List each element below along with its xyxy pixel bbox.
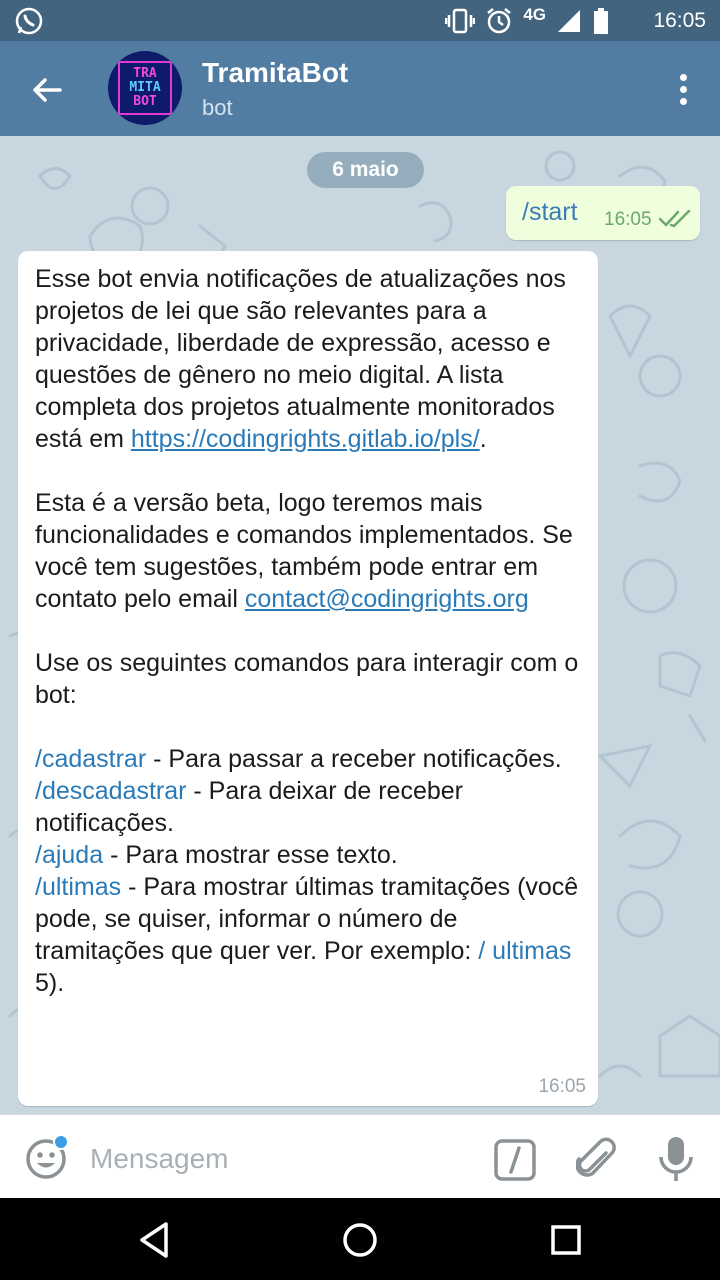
- chat-subtitle: bot: [202, 95, 233, 120]
- message-text: /start: [522, 198, 578, 226]
- commands-intro: Use os seguintes comandos para interagir…: [35, 649, 579, 709]
- more-options-button[interactable]: [668, 71, 698, 107]
- whatsapp-icon: [15, 7, 43, 35]
- command-ajuda[interactable]: /ajuda: [35, 841, 103, 869]
- message-time: 16:05: [604, 209, 652, 230]
- email-link[interactable]: contact@codingrights.org: [245, 585, 529, 613]
- projects-link[interactable]: https://codingrights.gitlab.io/pls/: [131, 425, 480, 453]
- command-cadastrar[interactable]: /cadastrar: [35, 745, 146, 773]
- double-check-icon: [659, 210, 691, 228]
- alarm-icon: [487, 8, 512, 34]
- compose-bar: [0, 1114, 720, 1198]
- chat-header: TRA MITA BOT TramitaBot bot: [0, 41, 720, 136]
- microphone-icon[interactable]: [656, 1135, 696, 1183]
- paperclip-icon[interactable]: [576, 1137, 618, 1181]
- more-vert-icon: [679, 73, 687, 81]
- notification-dot: [53, 1134, 69, 1150]
- network-type: 4G: [523, 5, 546, 24]
- message-input[interactable]: [90, 1139, 470, 1179]
- signal-icon: [558, 10, 580, 32]
- message-body: Esse bot envia notificações de atualizaç…: [35, 263, 585, 999]
- command-item: /ajuda - Para mostrar esse texto.: [35, 841, 398, 869]
- command-item: /cadastrar - Para passar a receber notif…: [35, 745, 562, 773]
- command-ultimas[interactable]: /ultimas: [35, 873, 121, 901]
- back-button[interactable]: [22, 65, 72, 115]
- command-item: /descadastrar - Para deixar de receber n…: [35, 777, 463, 837]
- bot-command-icon[interactable]: [494, 1139, 536, 1181]
- message-time: 16:05: [538, 1076, 586, 1097]
- nav-home-icon[interactable]: [336, 1216, 384, 1264]
- status-time: 16:05: [653, 9, 706, 32]
- outgoing-message[interactable]: /start 16:05: [506, 186, 700, 240]
- battery-icon: [594, 8, 608, 34]
- vibrate-icon: [445, 8, 476, 34]
- command-item: /ultimas - Para mostrar últimas tramitaç…: [35, 873, 579, 997]
- command-descadastrar[interactable]: /descadastrar: [35, 777, 186, 805]
- command-ultimas-example[interactable]: / ultimas: [478, 937, 571, 965]
- date-separator: 6 maio: [307, 152, 424, 188]
- nav-back-icon[interactable]: [130, 1216, 178, 1264]
- avatar-logo: TRA MITA BOT: [118, 61, 172, 115]
- system-nav-bar: [0, 1198, 720, 1280]
- bot-avatar[interactable]: TRA MITA BOT: [108, 51, 182, 125]
- chat-messages[interactable]: 6 maio /start 16:05 Esse bot envia notif…: [0, 136, 720, 1114]
- arrow-left-icon: [33, 78, 62, 102]
- nav-recents-icon[interactable]: [542, 1216, 590, 1264]
- incoming-message[interactable]: Esse bot envia notificações de atualizaç…: [18, 251, 598, 1106]
- status-bar: 4G 16:05: [0, 0, 720, 41]
- chat-title[interactable]: TramitaBot: [202, 57, 348, 89]
